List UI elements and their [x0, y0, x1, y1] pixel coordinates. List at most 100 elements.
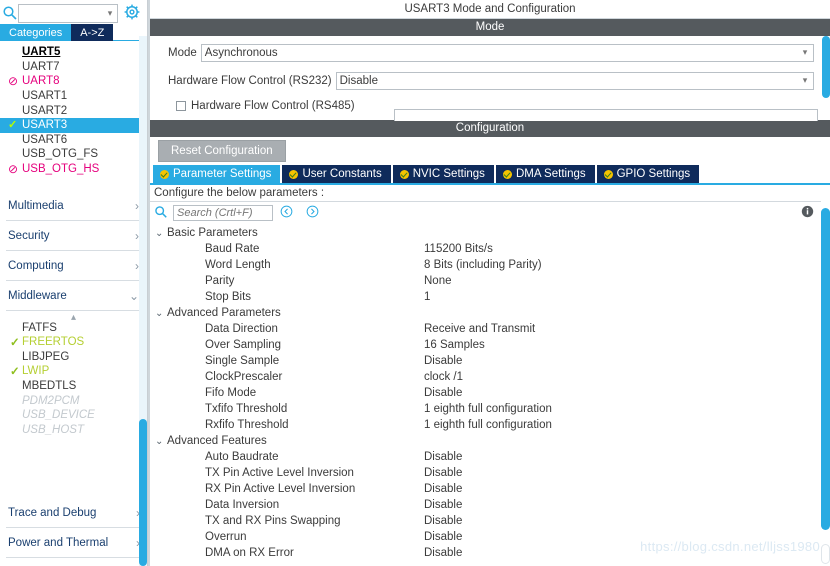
sidebar-item-lwip[interactable]: ✓ LWIP — [0, 364, 147, 379]
mode-scrollbar-thumb[interactable] — [822, 36, 830, 98]
tab-dma-settings[interactable]: DMA Settings — [495, 165, 595, 183]
configuration-tabbar: Parameter Settings User Constants NVIC S… — [150, 165, 830, 183]
sidebar-item-usart6[interactable]: USART6 — [0, 133, 147, 148]
chevron-down-icon[interactable]: ⌄ — [155, 228, 167, 239]
sidebar-search-combo[interactable]: ▾ — [18, 3, 118, 23]
hardware-flow-control-rs485-checkbox[interactable] — [176, 101, 186, 111]
table-row[interactable]: Stop Bits 1 — [150, 289, 830, 305]
page-title: USART3 Mode and Configuration — [150, 0, 830, 19]
hardware-flow-control-rs232-value: Disable — [339, 74, 378, 87]
mode-partial-field[interactable] — [394, 109, 818, 121]
table-row[interactable]: DMA on RX Error Disable — [150, 545, 830, 561]
sidebar-item-uart5[interactable]: UART5 — [0, 45, 147, 60]
tab-gpio-settings[interactable]: GPIO Settings — [596, 165, 700, 183]
sidebar-item-usb-otg-fs[interactable]: USB_OTG_FS — [0, 147, 147, 162]
table-row[interactable]: Data Direction Receive and Transmit — [150, 321, 830, 337]
table-row[interactable]: Baud Rate 115200 Bits/s — [150, 241, 830, 257]
sidebar-item-libjpeg[interactable]: LIBJPEG — [0, 350, 147, 365]
status-badge-icon — [399, 169, 409, 179]
parameter-value: Disable — [424, 515, 463, 527]
parameter-group-basic-parameters[interactable]: ⌄ Basic Parameters — [150, 225, 830, 241]
parameter-value: 1 eighth full configuration — [424, 403, 552, 415]
mode-scrollbar[interactable] — [822, 36, 830, 117]
parameter-group-advanced-parameters[interactable]: ⌄ Advanced Parameters — [150, 305, 830, 321]
chevron-down-icon: ⌄ — [128, 288, 139, 303]
parameter-group-advanced-features[interactable]: ⌄ Advanced Features — [150, 433, 830, 449]
check-icon: ✓ — [10, 337, 20, 350]
status-badge-icon — [603, 169, 613, 179]
table-row[interactable]: Rxfifo Threshold 1 eighth full configura… — [150, 417, 830, 433]
tab-user-constants[interactable]: User Constants — [282, 165, 391, 183]
sidebar-tab-a-to-z[interactable]: A->Z — [71, 24, 114, 41]
table-row[interactable]: TX and RX Pins Swapping Disable — [150, 513, 830, 529]
chevron-down-icon[interactable]: ▾ — [103, 8, 117, 18]
sidebar-scrollbar-thumb[interactable] — [139, 419, 147, 566]
table-row[interactable]: Fifo Mode Disable — [150, 385, 830, 401]
sidebar-item-freertos[interactable]: ✓ FREERTOS — [0, 335, 147, 350]
chevron-down-icon[interactable]: ▾ — [797, 75, 813, 86]
sidebar-item-usb-host[interactable]: USB_HOST — [0, 423, 147, 438]
chevron-down-icon[interactable]: ⌄ — [155, 308, 167, 319]
gear-icon[interactable] — [121, 4, 143, 23]
parameter-value: Disable — [424, 451, 463, 463]
chevron-right-circle-icon[interactable] — [299, 205, 325, 221]
table-row[interactable]: Single Sample Disable — [150, 353, 830, 369]
mode-row: Mode Asynchronous ▾ — [168, 42, 820, 63]
sidebar-item-uart7[interactable]: UART7 — [0, 60, 147, 75]
sidebar-group-trace-and-debug[interactable]: Trace and Debug › — [6, 498, 142, 528]
reset-configuration-button[interactable]: Reset Configuration — [158, 140, 286, 162]
chevron-left-circle-icon[interactable] — [273, 205, 299, 221]
table-row[interactable]: Word Length 8 Bits (including Parity) — [150, 257, 830, 273]
table-row[interactable]: ClockPrescaler clock /1 — [150, 369, 830, 385]
sidebar-group-power-and-thermal[interactable]: Power and Thermal › — [6, 528, 142, 558]
sidebar-item-usb-otg-hs[interactable]: ⊘ USB_OTG_HS — [0, 162, 147, 177]
sidebar-item-usart2[interactable]: USART2 — [0, 103, 147, 118]
middleware-label: PDM2PCM — [22, 394, 80, 407]
table-row[interactable]: Over Sampling 16 Samples — [150, 337, 830, 353]
parameter-name: Word Length — [205, 259, 271, 271]
sidebar-item-uart8[interactable]: ⊘ UART8 — [0, 74, 147, 89]
sidebar-item-pdm2pcm[interactable]: PDM2PCM — [0, 393, 147, 408]
parameter-search-box[interactable] — [173, 205, 273, 221]
sidebar-tab-categories[interactable]: Categories — [0, 24, 72, 41]
tab-parameter-settings[interactable]: Parameter Settings — [153, 165, 281, 183]
table-row[interactable]: Txfifo Threshold 1 eighth full configura… — [150, 401, 830, 417]
parameters-scrollbar-thumb[interactable] — [821, 208, 830, 530]
parameter-name: Auto Baudrate — [205, 451, 279, 463]
sidebar-group-security[interactable]: Security › — [6, 221, 141, 252]
sidebar-search-input[interactable] — [19, 4, 103, 22]
chevron-down-icon[interactable]: ⌄ — [155, 436, 167, 447]
table-row[interactable]: RX Pin Active Level Inversion Disable — [150, 481, 830, 497]
table-row[interactable]: Data Inversion Disable — [150, 497, 830, 513]
sidebar-item-usart1[interactable]: USART1 — [0, 89, 147, 104]
sidebar-group-middleware[interactable]: Middleware ⌄ — [6, 281, 141, 312]
sidebar-item-usart3[interactable]: ✓ USART3 — [0, 117, 147, 133]
info-icon[interactable] — [801, 205, 814, 221]
middleware-label: USB_DEVICE — [22, 409, 95, 422]
search-icon — [154, 205, 170, 221]
sidebar-item-fatfs[interactable]: FATFS — [0, 320, 147, 335]
sidebar-group-computing[interactable]: Computing › — [6, 251, 141, 282]
table-row[interactable]: Auto Baudrate Disable — [150, 449, 830, 465]
peripheral-label: UART7 — [22, 60, 60, 73]
mode-select[interactable]: Asynchronous ▾ — [200, 43, 814, 62]
tab-nvic-settings[interactable]: NVIC Settings — [392, 165, 494, 183]
table-row[interactable]: Overrun Disable — [150, 529, 830, 545]
sidebar-scrollbar[interactable] — [139, 36, 147, 566]
parameters-scrollbar-track-end[interactable] — [821, 544, 830, 564]
parameters-scrollbar[interactable] — [821, 196, 830, 566]
middleware-label: FREERTOS — [22, 336, 85, 349]
parameter-value: Disable — [424, 531, 463, 543]
parameter-name: DMA on RX Error — [205, 547, 294, 559]
sidebar-item-mbedtls[interactable]: MBEDTLS — [0, 379, 147, 394]
chevron-down-icon[interactable]: ▾ — [797, 47, 813, 58]
unavailable-icon: ⊘ — [8, 162, 19, 177]
sidebar-item-usb-device[interactable]: USB_DEVICE — [0, 408, 147, 423]
table-row[interactable]: Parity None — [150, 273, 830, 289]
mode-select-value: Asynchronous — [204, 46, 278, 59]
sidebar-group-multimedia[interactable]: Multimedia › — [6, 191, 141, 222]
parameter-search-input[interactable] — [174, 206, 272, 220]
hardware-flow-control-rs232-select[interactable]: Disable ▾ — [335, 71, 814, 90]
table-row[interactable]: TX Pin Active Level Inversion Disable — [150, 465, 830, 481]
parameter-name: RX Pin Active Level Inversion — [205, 483, 356, 495]
